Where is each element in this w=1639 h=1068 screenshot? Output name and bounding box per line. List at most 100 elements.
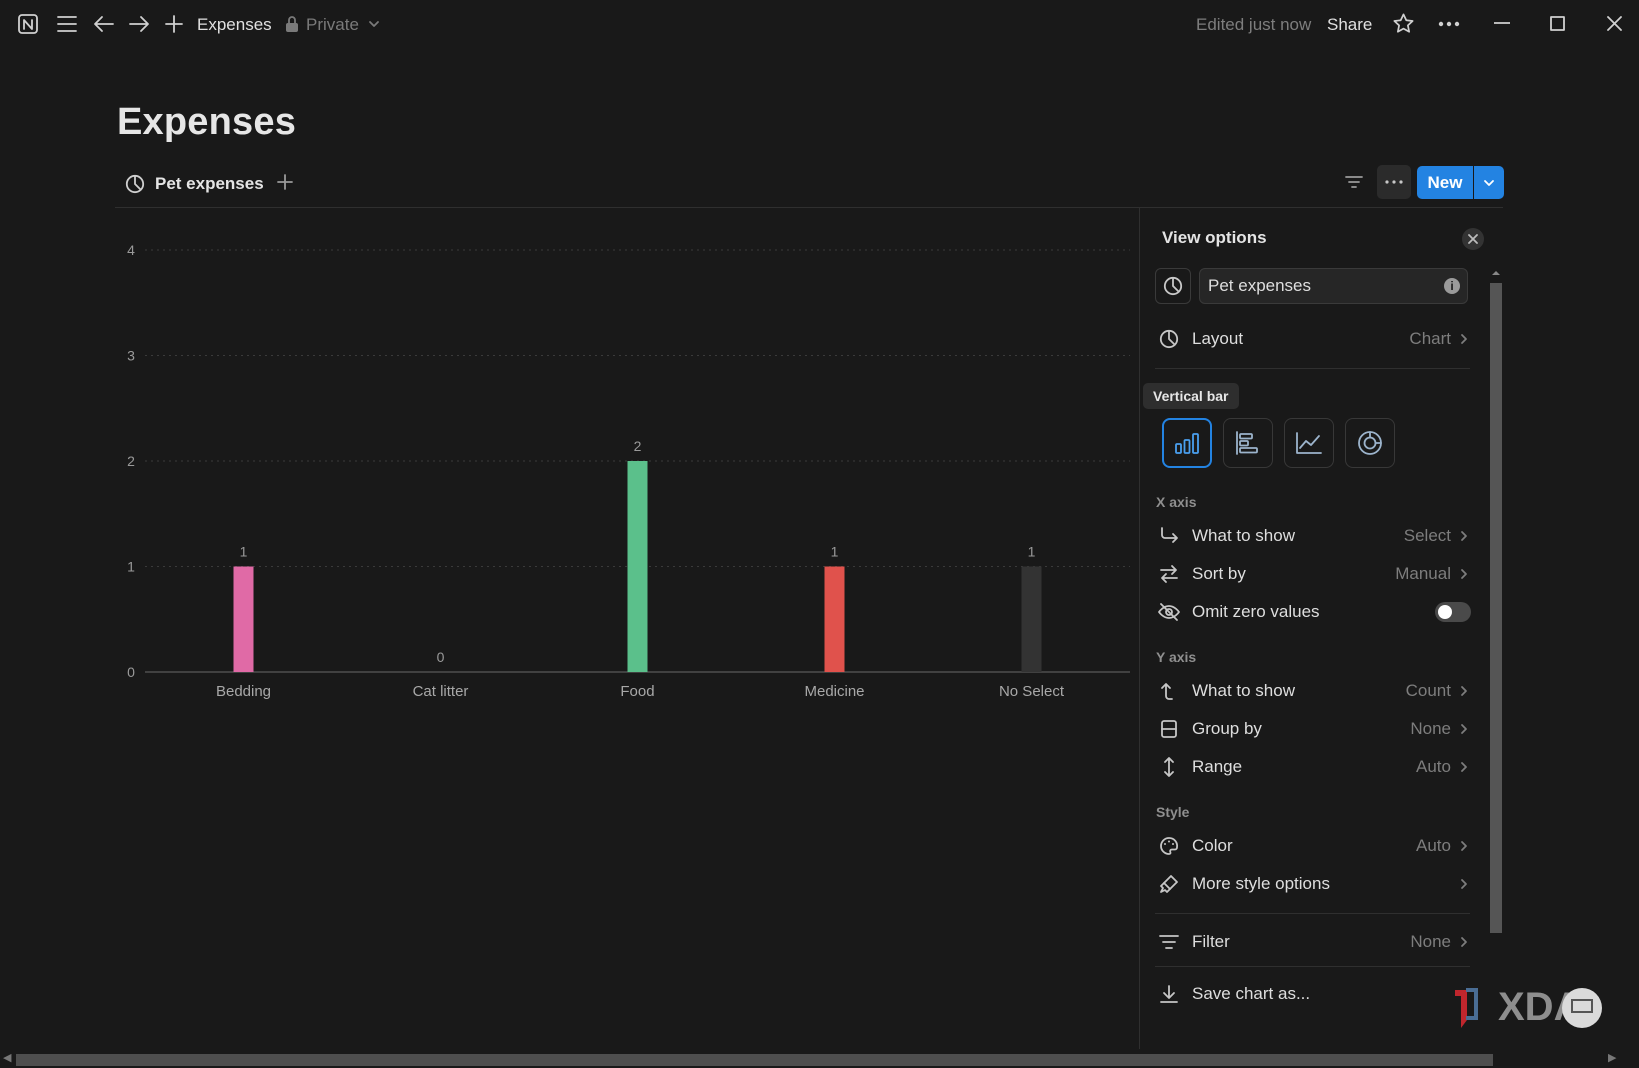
horizontal-bar-icon <box>1236 431 1258 455</box>
chart-view-icon <box>125 174 145 194</box>
sort-by-option[interactable]: Sort by Manual <box>1156 559 1471 589</box>
donut-chart-button[interactable] <box>1345 418 1395 468</box>
x-category-label: No Select <box>999 683 1065 700</box>
divider <box>1155 966 1470 967</box>
bar-data-label: 1 <box>1028 544 1036 560</box>
view-name-input[interactable]: Pet expenses <box>1199 268 1468 304</box>
x-what-to-show-label: What to show <box>1192 526 1295 545</box>
group-by-option[interactable]: Group by None <box>1156 714 1471 744</box>
filter-icon[interactable] <box>1345 175 1363 189</box>
group-by-value: None <box>1410 719 1451 738</box>
color-label: Color <box>1192 836 1233 855</box>
more-options-icon[interactable] <box>1438 21 1460 27</box>
save-chart-label: Save chart as... <box>1192 984 1311 1003</box>
omit-zero-values-toggle[interactable] <box>1435 602 1471 622</box>
palette-icon <box>1156 833 1182 859</box>
breadcrumb-page-name[interactable]: Expenses <box>197 15 272 35</box>
forward-arrow-icon[interactable] <box>128 14 150 34</box>
page-title[interactable]: Expenses <box>117 101 296 144</box>
y-tick-label: 1 <box>127 559 135 575</box>
y-axis-section-title: Y axis <box>1156 649 1197 665</box>
layout-value: Chart <box>1409 329 1451 348</box>
line-chart-button[interactable] <box>1284 418 1334 468</box>
scroll-right-icon[interactable]: ▶ <box>1608 1051 1616 1064</box>
horizontal-scrollbar[interactable]: ◀ ▶ <box>0 1049 1639 1068</box>
x-category-label: Food <box>620 683 654 700</box>
chevron-right-icon <box>1459 530 1471 542</box>
view-more-button[interactable] <box>1377 165 1411 199</box>
close-icon[interactable] <box>1462 228 1484 250</box>
bar <box>627 461 648 672</box>
xda-watermark-logo: XDA <box>1452 982 1622 1030</box>
plus-icon[interactable] <box>164 14 184 34</box>
panel-scrollbar[interactable] <box>1488 263 1503 933</box>
horizontal-bar-chart-button[interactable] <box>1223 418 1273 468</box>
chart-view-icon <box>1163 276 1183 296</box>
notion-logo-icon[interactable] <box>17 13 39 35</box>
bar-data-label: 1 <box>240 544 248 560</box>
bar <box>233 566 254 672</box>
chevron-right-icon <box>1459 685 1471 697</box>
group-by-label: Group by <box>1192 719 1262 738</box>
x-category-label: Medicine <box>804 683 864 700</box>
close-window-icon[interactable] <box>1607 16 1622 31</box>
menu-icon[interactable] <box>56 14 78 34</box>
sort-by-label: Sort by <box>1192 564 1246 583</box>
share-button[interactable]: Share <box>1327 15 1372 35</box>
divider <box>1155 913 1470 914</box>
save-chart-option[interactable]: Save chart as... <box>1156 979 1471 1009</box>
y-tick-label: 4 <box>127 242 135 258</box>
arrow-turn-up-icon <box>1156 678 1182 704</box>
scroll-left-icon[interactable]: ◀ <box>3 1051 11 1064</box>
filter-option[interactable]: Filter None <box>1156 927 1471 957</box>
eye-off-icon <box>1156 599 1182 625</box>
chevron-right-icon <box>1459 840 1471 852</box>
horizontal-scrollbar-thumb[interactable] <box>16 1054 1493 1066</box>
more-style-options[interactable]: More style options <box>1156 869 1471 899</box>
bar <box>1021 566 1042 672</box>
chevron-right-icon <box>1459 761 1471 773</box>
layout-option[interactable]: Layout Chart <box>1156 324 1471 354</box>
star-icon[interactable] <box>1392 12 1415 35</box>
x-what-to-show-value: Select <box>1403 526 1451 545</box>
x-axis-section-title: X axis <box>1156 494 1197 510</box>
info-icon[interactable]: i <box>1444 278 1460 294</box>
bar-data-label: 2 <box>634 438 642 454</box>
filter-value: None <box>1410 932 1451 951</box>
arrow-turn-right-icon <box>1156 523 1182 549</box>
line-chart-icon <box>1296 432 1322 454</box>
minimize-icon[interactable] <box>1494 22 1510 24</box>
privacy-status[interactable]: Private <box>306 15 359 35</box>
range-label: Range <box>1192 757 1243 776</box>
range-option[interactable]: Range Auto <box>1156 752 1471 782</box>
color-option[interactable]: Color Auto <box>1156 831 1471 861</box>
range-value: Auto <box>1416 757 1451 776</box>
new-dropdown-button[interactable] <box>1474 166 1504 199</box>
panel-scrollbar-thumb[interactable] <box>1490 283 1502 933</box>
x-what-to-show-option[interactable]: What to show Select <box>1156 521 1471 551</box>
tooltip-vertical-bar: Vertical bar <box>1143 383 1239 409</box>
vertical-arrows-icon <box>1156 754 1182 780</box>
view-tab-label: Pet expenses <box>155 174 264 193</box>
chevron-right-icon <box>1459 723 1471 735</box>
view-icon-picker[interactable] <box>1155 268 1191 304</box>
maximize-icon[interactable] <box>1550 16 1565 31</box>
chevron-down-icon[interactable] <box>368 18 380 30</box>
back-arrow-icon[interactable] <box>93 14 115 34</box>
sort-by-value: Manual <box>1395 564 1451 583</box>
view-tab-pet-expenses[interactable]: Pet expenses <box>125 170 264 198</box>
x-category-label: Cat litter <box>413 683 469 700</box>
chevron-right-icon <box>1459 568 1471 580</box>
y-what-to-show-label: What to show <box>1192 681 1295 700</box>
vertical-bar-icon <box>1175 433 1199 454</box>
chevron-right-icon <box>1459 333 1471 345</box>
y-what-to-show-option[interactable]: What to show Count <box>1156 676 1471 706</box>
bar-data-label: 0 <box>437 649 445 665</box>
new-button[interactable]: New <box>1417 166 1473 199</box>
add-view-icon[interactable] <box>277 174 293 190</box>
vertical-bar-chart-button[interactable] <box>1162 418 1212 468</box>
bar <box>824 566 845 672</box>
layout-label: Layout <box>1192 329 1244 348</box>
view-name-row: Pet expenses i <box>1155 268 1470 304</box>
bar-chart: 0 1 2 3 4 1 Bedding 0 Cat litter 2 Food 1 Medicine 1 N… <box>115 210 1138 1030</box>
